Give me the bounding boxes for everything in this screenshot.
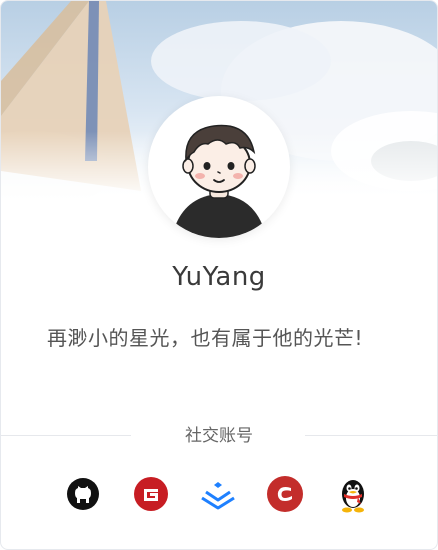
- avatar[interactable]: [148, 96, 290, 238]
- qq-penguin-icon: [342, 480, 364, 513]
- profile-card: YuYang 再渺小的星光，也有属于他的光芒! 社交账号: [0, 0, 438, 550]
- csdn-link[interactable]: [265, 474, 305, 514]
- profile-name: YuYang: [172, 262, 266, 292]
- gitee-icon: [134, 477, 168, 511]
- divider-right: [305, 435, 437, 436]
- social-section-header: 社交账号: [1, 421, 437, 447]
- social-links: [1, 474, 437, 518]
- social-section-title: 社交账号: [185, 426, 253, 446]
- csdn-icon: [267, 476, 303, 512]
- github-icon: [67, 478, 99, 510]
- qq-link[interactable]: [333, 474, 373, 514]
- profile-motto: 再渺小的星光，也有属于他的光芒!: [47, 326, 364, 350]
- juejin-link[interactable]: [198, 474, 238, 514]
- juejin-icon: [201, 482, 235, 510]
- github-link[interactable]: [63, 474, 103, 514]
- avatar-illustration: [176, 124, 262, 238]
- gitee-link[interactable]: [131, 474, 171, 514]
